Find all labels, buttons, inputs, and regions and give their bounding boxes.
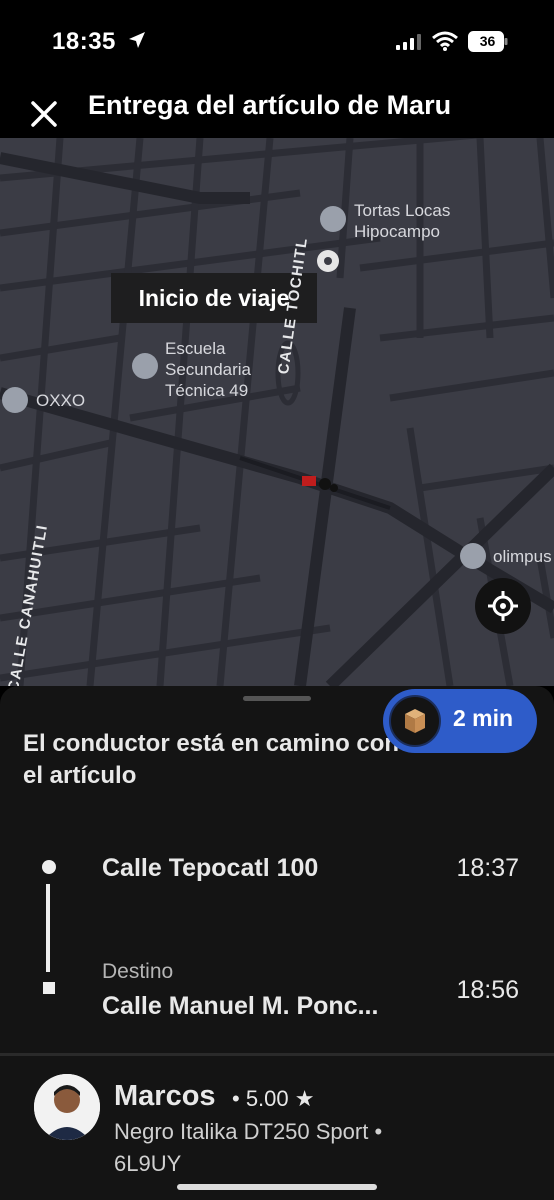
close-icon[interactable] [28, 96, 62, 130]
poi-tortas-locas[interactable]: Tortas Locas Hipocampo [354, 200, 450, 242]
map-view[interactable]: Tortas Locas Hipocampo Inicio de viaje E… [0, 138, 554, 686]
trip-header: Entrega del artículo de Maru [0, 84, 554, 138]
trip-sheet[interactable]: El conductor está en camino con el artíc… [0, 686, 554, 1200]
pickup-address: Calle Tepocatl 100 [102, 854, 319, 882]
vehicle-model: Negro Italika DT250 Sport • [114, 1119, 383, 1144]
crosshair-icon [488, 591, 518, 621]
package-icon [389, 695, 441, 747]
eta-text: 2 min [453, 705, 514, 731]
status-bar: 18:35 36 [0, 0, 554, 84]
gym-icon[interactable] [460, 543, 486, 569]
location-arrow-icon [129, 32, 145, 48]
avatar[interactable] [34, 1074, 100, 1140]
pickup-time: 18:37 [456, 854, 519, 882]
destination-address: Calle Manuel M. Ponc... [102, 992, 379, 1020]
page-title: Entrega del artículo de Maru [88, 90, 452, 120]
driver-name: Marcos [114, 1080, 216, 1112]
school-icon[interactable] [132, 353, 158, 379]
home-indicator[interactable] [177, 1184, 377, 1190]
vehicle-info: Negro Italika DT250 Sport • 6L9UY [114, 1116, 494, 1180]
destination-time: 18:56 [456, 976, 519, 1004]
route-line [46, 884, 50, 972]
trip-start-marker [317, 250, 339, 272]
eta-badge: 2 min [383, 689, 537, 753]
recenter-button[interactable] [475, 578, 531, 634]
sheet-drag-handle[interactable] [243, 696, 311, 701]
status-time: 18:35 [52, 28, 116, 55]
signal-icon [396, 34, 421, 50]
poi-escuela[interactable]: Escuela Secundaria Técnica 49 [165, 338, 251, 401]
street-grid [0, 138, 554, 686]
pickup-dot-icon [42, 860, 56, 874]
destination-label: Destino [102, 960, 174, 983]
driver-rating: • 5.00 ★ [232, 1086, 315, 1111]
poi-oxxo[interactable]: OXXO [36, 390, 85, 411]
poi-olimpus[interactable]: olimpus [493, 546, 552, 567]
wifi-icon [432, 31, 458, 51]
vehicle-plate: 6L9UY [114, 1151, 182, 1176]
restaurant-icon[interactable] [320, 206, 346, 232]
divider [0, 1053, 554, 1056]
dropoff-square-icon [43, 982, 55, 994]
pin-icon[interactable] [2, 387, 28, 413]
battery-level: 36 [479, 33, 496, 49]
trip-status-message: El conductor está en camino con el artíc… [23, 730, 400, 789]
